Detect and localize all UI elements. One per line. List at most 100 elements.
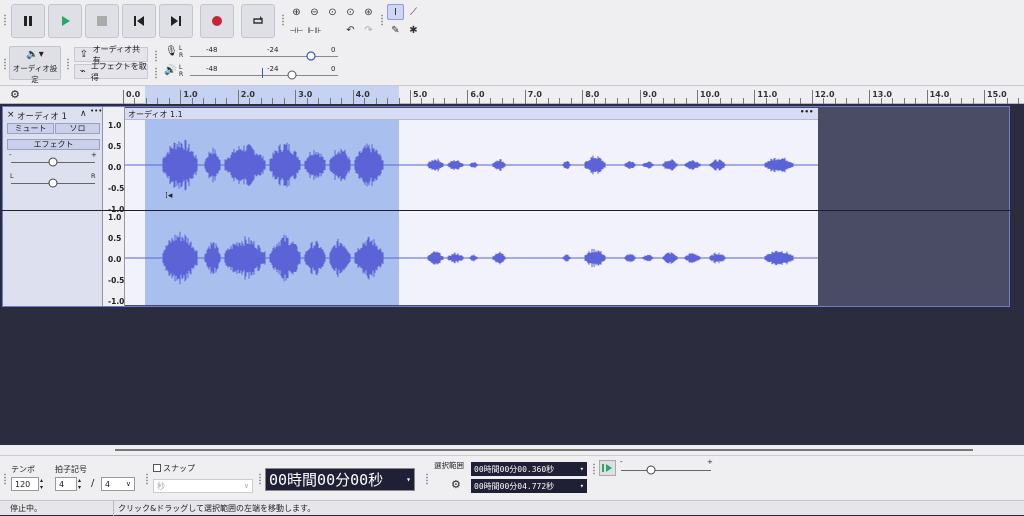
loop-button[interactable] [241,4,275,38]
selection-tool-button[interactable]: I [387,4,404,20]
envelope-tool-button[interactable]: ⟋ [405,4,422,20]
silence-button[interactable]: ⊩⊪ [306,22,323,38]
toolbar-grip[interactable] [145,473,149,485]
clip-name[interactable]: オーディオ 1.1 [128,109,183,120]
playback-meter[interactable]: 🔊 L R -48 -24 0 [162,64,342,82]
ruler-tick [708,98,710,104]
track-control-panel[interactable]: × オーディオ 1 ∧ ••• ミュート ソロ エフェクト - + L R [3,107,103,306]
fit-project-button[interactable]: ⊙ [342,4,359,20]
time-sig-numerator-input[interactable]: 4 [55,477,77,491]
recording-meter[interactable]: 🎙 L R -48 -24 0 [162,45,342,63]
snap-checkbox[interactable] [153,464,161,472]
ruler-label: 13.0 [872,90,892,99]
ruler-label: 3.0 [298,90,313,99]
mute-button[interactable]: ミュート [7,123,54,134]
selection-start-display[interactable]: 00時間00分00.360秒 ▾ [471,462,587,476]
meter-position-line [262,68,263,78]
pause-button[interactable] [11,4,45,38]
ruler-tick [168,98,170,104]
zoom-in-button[interactable]: ⊕ [288,4,305,20]
ruler-tick [938,98,940,104]
close-track-icon[interactable]: × [7,110,15,120]
play-button[interactable] [48,4,82,38]
ruler-tick [559,98,561,104]
numerator-stepper-icon[interactable]: ▴ ▾ [78,477,81,491]
track-name[interactable]: オーディオ 1 [17,110,67,122]
tempo-stepper-icon[interactable]: ▴ ▾ [40,477,43,491]
pan-slider-handle[interactable] [48,178,58,188]
horizontal-scrollbar[interactable] [0,445,1024,455]
toolbar-grip[interactable] [592,463,596,475]
redo-button[interactable]: ↷ [360,22,377,38]
audio-setup-button[interactable]: 🔈▾ オーディオ設定 [9,46,61,84]
ruler-tick [926,90,928,104]
stop-button[interactable] [85,4,119,38]
effects-button[interactable]: エフェクト [7,139,100,150]
envelope-icon: ⟋ [410,6,417,18]
time-format-dropdown-icon[interactable]: ▾ [406,475,411,484]
play-at-speed-button[interactable] [599,460,616,476]
meter-l-label: L [179,45,183,52]
meter-slider-handle[interactable] [306,50,316,62]
toolbar-grip[interactable] [3,473,7,485]
bottom-toolbar: テンポ 120 ▴ ▾ 拍子記号 4 ▴ ▾ / 4 ∨ スナップ 秒 ∨ 00時間00… [0,455,1024,500]
clip-header[interactable]: オーディオ 1.1 ••• [125,108,818,120]
ruler-tick [605,98,607,104]
ruler-label: 1.0 [183,90,198,99]
zoom-out-button[interactable]: ⊖ [306,4,323,20]
amplitude-label: -0.5 [108,276,125,285]
ruler-label: 4.0 [355,90,370,99]
time-display[interactable]: 00時間00分00秒 ▾ [265,468,415,491]
trim-icon: ⊣⊢ [289,25,304,35]
gain-slider-handle[interactable] [48,157,58,167]
selection-end-display[interactable]: 00時間00分04.772秒 ▾ [471,479,587,493]
mute-label: ミュート [14,124,47,133]
draw-tool-button[interactable]: ✎ [387,22,404,38]
ruler-tick [995,98,997,104]
zoom-in-icon: ⊕ [292,6,301,18]
zoom-toggle-button[interactable]: ⊛ [360,4,377,20]
snap-unit-select[interactable]: 秒 ∨ [153,479,253,493]
get-effects-button[interactable]: ⌁ エフェクトを取得 [74,62,148,82]
collapse-track-icon[interactable]: ∧ [80,109,87,119]
toolbar-grip[interactable] [66,58,70,70]
solo-button[interactable]: ソロ [55,123,100,134]
toolbar-grip[interactable] [3,14,7,26]
skip-to-end-button[interactable] [159,4,193,38]
tempo-input[interactable]: 120 [11,477,39,491]
multi-tool-button[interactable]: ✱ [405,22,422,38]
ruler-tick [731,98,733,104]
ruler-tick [306,98,308,104]
toolbar-grip[interactable] [258,473,262,485]
clip-menu-icon[interactable]: ••• [800,108,813,116]
scrollbar-thumb[interactable] [115,449,973,451]
toolbar-grip[interactable] [3,58,7,70]
skip-to-start-button[interactable] [122,4,156,38]
ruler-tick [432,98,434,104]
toolbar-grip[interactable] [281,14,285,26]
record-button[interactable] [200,4,234,38]
toolbar-grip[interactable] [380,14,384,26]
toolbar-grip[interactable] [154,50,158,62]
speed-slider-handle[interactable] [646,465,656,475]
time-sig-denominator-select[interactable]: 4 ∨ [101,477,135,491]
undo-button[interactable]: ↶ [342,22,359,38]
ruler-tick [846,98,848,104]
fit-selection-button[interactable]: ⊙ [324,4,341,20]
ruler-tick [570,98,572,104]
ruler-label: 15.0 [987,90,1007,99]
track-menu-icon[interactable]: ••• [90,107,102,115]
selection-options-gear-icon[interactable]: ⚙ [451,478,461,491]
time-signature-label: 拍子記号 [55,465,87,474]
ruler-tick [123,90,124,104]
toolbar-grip[interactable] [425,473,429,485]
ruler-label: 10.0 [700,90,720,99]
meter-slider-handle[interactable] [287,69,297,81]
ruler-tick [191,98,193,104]
pan-r-label: R [91,172,96,180]
ruler-tick [513,98,515,104]
timeline-options-gear-icon[interactable]: ⚙ [10,88,20,101]
plug-icon: ⌁ [79,66,86,77]
trim-button[interactable]: ⊣⊢ [288,22,305,38]
toolbar-grip[interactable] [154,67,158,79]
